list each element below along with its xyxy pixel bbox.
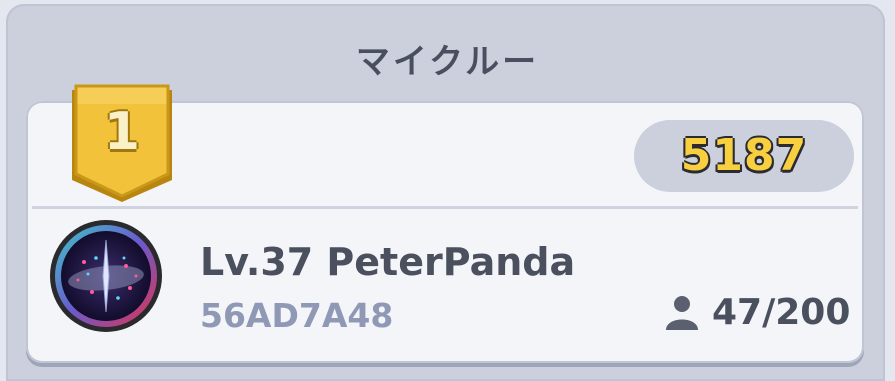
avatar-image — [50, 220, 162, 332]
person-icon — [666, 296, 698, 330]
rank-number: 1 — [103, 102, 141, 162]
rank-badge: 1 — [66, 84, 178, 206]
crew-score: 5187 — [680, 130, 808, 181]
panel-title: マイクルー — [355, 42, 540, 82]
score-pill: 5187 — [634, 120, 854, 192]
member-count: 47/200 — [712, 292, 851, 333]
player-id: 56AD7A48 — [200, 296, 394, 335]
card-divider — [32, 206, 858, 209]
player-name: Lv.37 PeterPanda — [200, 240, 576, 284]
crew-emblem-avatar[interactable] — [48, 218, 164, 334]
